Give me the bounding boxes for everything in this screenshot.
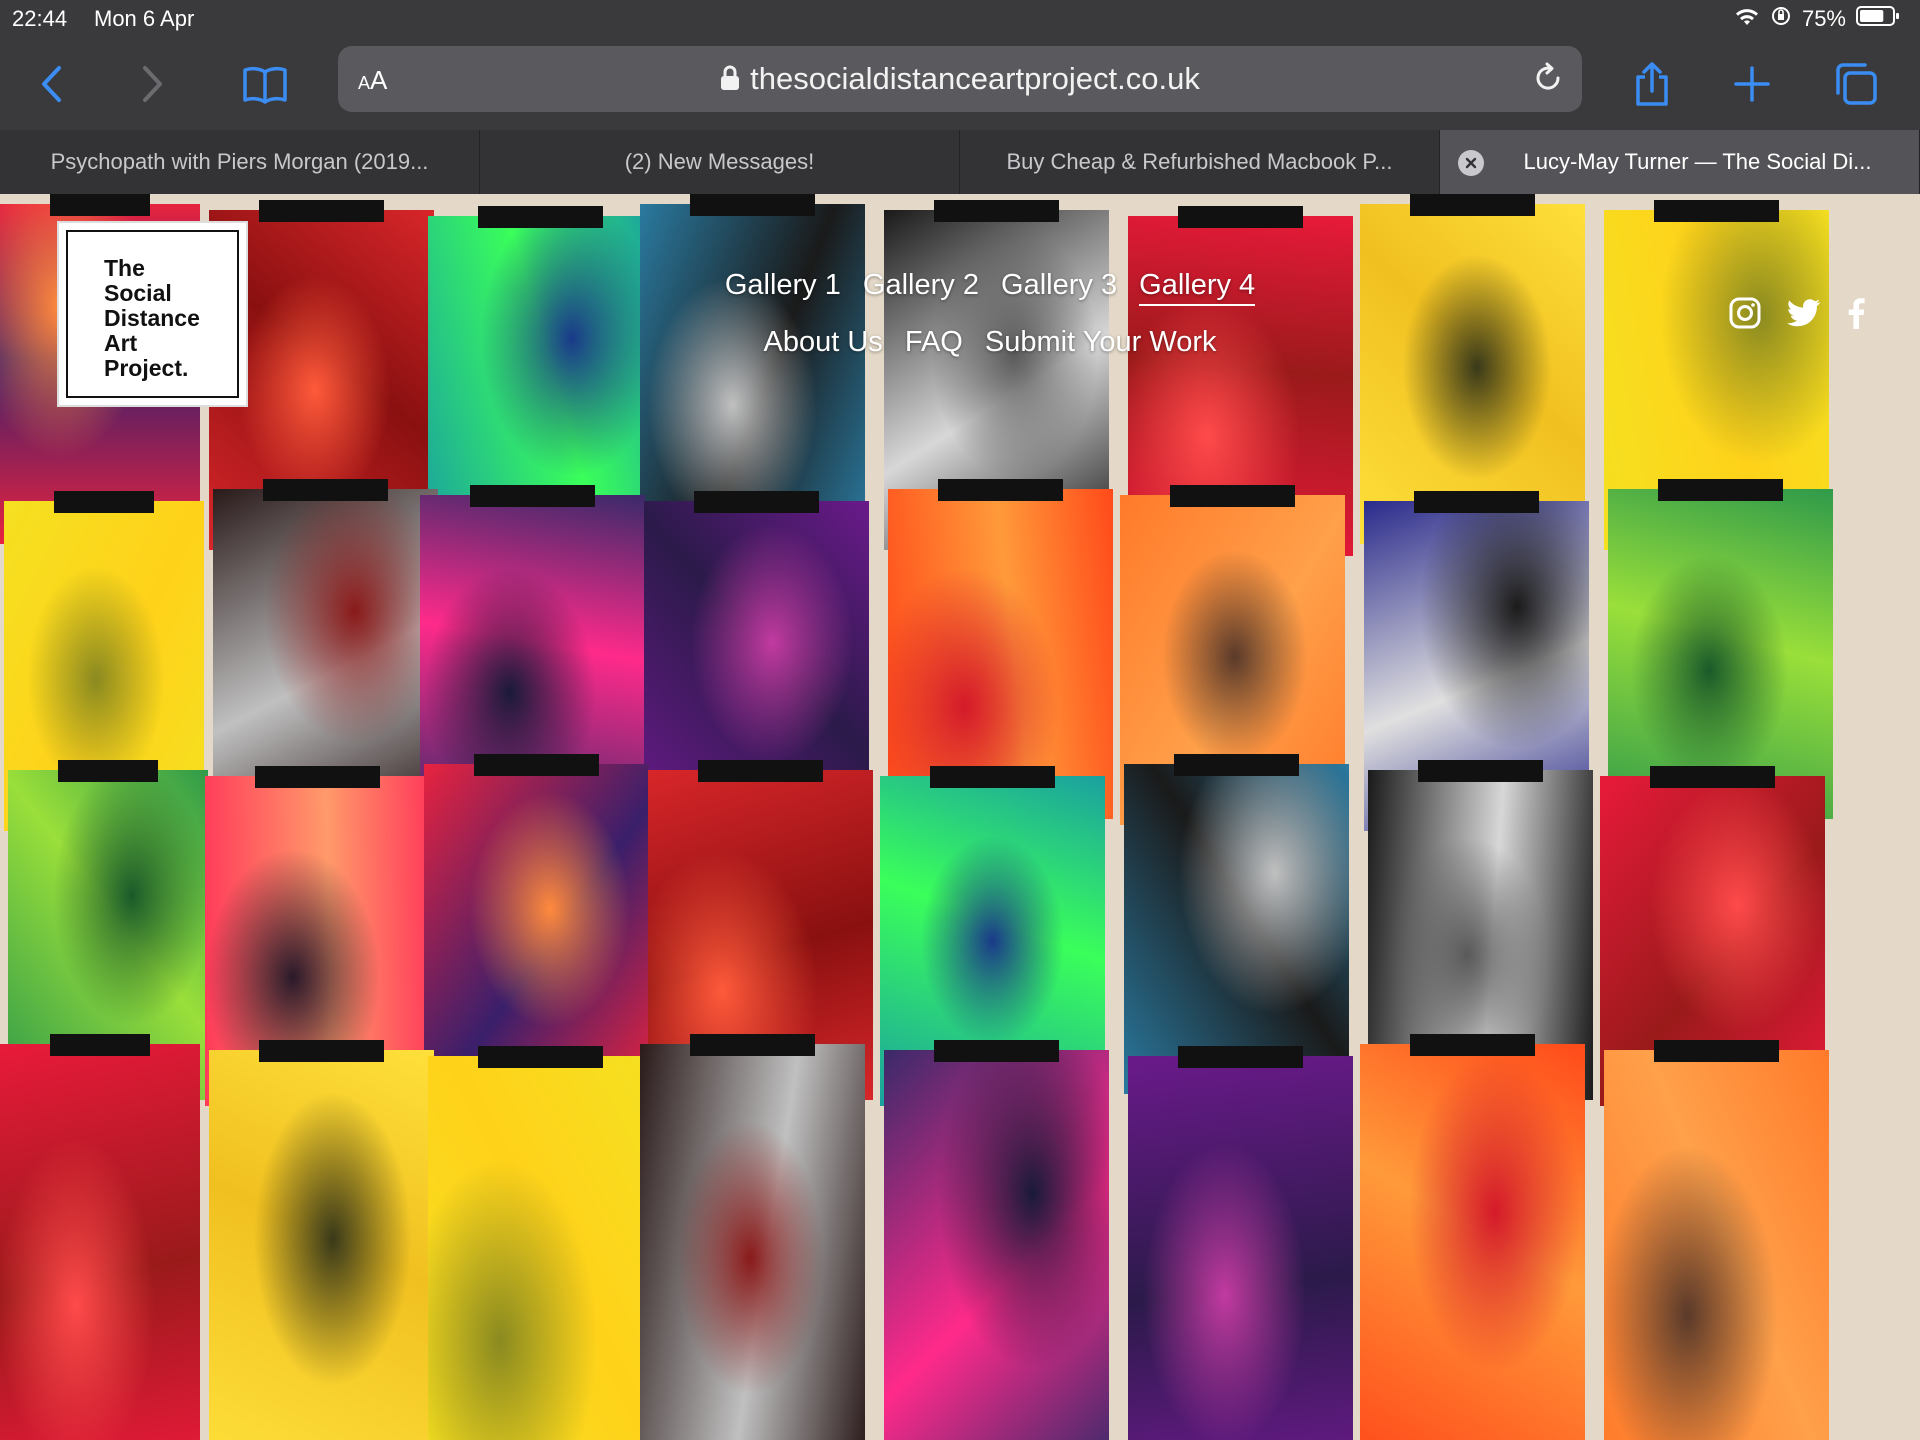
- tape-strip: [690, 1034, 815, 1056]
- tape-strip: [50, 1034, 150, 1056]
- tape-strip: [930, 766, 1055, 788]
- tape-strip: [478, 1046, 603, 1068]
- tab-title: Psychopath with Piers Morgan (2019...: [50, 149, 429, 174]
- main-nav-primary: Gallery 1 Gallery 2 Gallery 3 Gallery 4: [0, 269, 1920, 306]
- artwork-poster: [1604, 1050, 1829, 1440]
- book-icon: [243, 66, 287, 104]
- tape-strip: [259, 200, 384, 222]
- tape-strip: [1410, 194, 1535, 216]
- artwork-poster: [428, 1056, 653, 1440]
- share-button[interactable]: [1620, 52, 1684, 116]
- nav-submit-your-work[interactable]: Submit Your Work: [985, 326, 1217, 359]
- tape-strip: [474, 754, 599, 776]
- nav-about-us[interactable]: About Us: [763, 326, 882, 359]
- artwork-poster: [209, 1050, 434, 1440]
- tab-macbook[interactable]: Buy Cheap & Refurbished Macbook P...: [960, 130, 1440, 194]
- tab-title: Lucy-May Turner — The Social Di...: [1523, 149, 1872, 174]
- tape-strip: [1178, 1046, 1303, 1068]
- browser-toolbar: AA thesocialdistanceartproject.co.uk: [0, 38, 1920, 130]
- tab-title: Buy Cheap & Refurbished Macbook P...: [1006, 149, 1393, 174]
- tab-lucy-may-turner[interactable]: Lucy-May Turner — The Social Di...: [1440, 130, 1920, 194]
- tape-strip: [1418, 760, 1543, 782]
- tape-strip: [1170, 485, 1295, 507]
- tape-strip: [934, 200, 1059, 222]
- tape-strip: [1414, 491, 1539, 513]
- tape-strip: [1658, 479, 1783, 501]
- tape-strip: [1654, 200, 1779, 222]
- artwork-poster: [424, 764, 649, 1094]
- tape-strip: [690, 194, 815, 216]
- tape-strip: [698, 760, 823, 782]
- nav-gallery-1[interactable]: Gallery 1: [725, 269, 841, 302]
- main-nav-secondary: About Us FAQ Submit Your Work: [0, 326, 1920, 359]
- tab-title: (2) New Messages!: [624, 149, 815, 174]
- instagram-icon[interactable]: [1729, 297, 1761, 329]
- battery-percent: 75%: [1801, 6, 1846, 31]
- facebook-icon[interactable]: [1847, 297, 1865, 329]
- url-display[interactable]: thesocialdistanceartproject.co.uk: [338, 61, 1582, 99]
- site-logo[interactable]: The Social Distance Art Project.: [57, 221, 248, 407]
- artwork-poster: [640, 1044, 865, 1440]
- tape-strip: [478, 206, 603, 228]
- tape-strip: [1410, 1034, 1535, 1056]
- wifi-icon: [1734, 5, 1760, 33]
- tape-strip: [54, 491, 154, 513]
- close-tab-button[interactable]: [1458, 150, 1484, 176]
- twitter-icon[interactable]: [1787, 299, 1821, 327]
- chevron-right-icon: [143, 66, 162, 102]
- back-button[interactable]: [20, 52, 84, 116]
- chevron-left-icon: [42, 66, 61, 102]
- tape-strip: [470, 485, 595, 507]
- artwork-poster: [1124, 764, 1349, 1094]
- tabs-overview-button[interactable]: [1824, 52, 1888, 116]
- tape-strip: [1654, 1040, 1779, 1062]
- nav-faq[interactable]: FAQ: [905, 326, 963, 359]
- reload-button[interactable]: [1528, 58, 1568, 98]
- tape-strip: [255, 766, 380, 788]
- nav-gallery-4[interactable]: Gallery 4: [1139, 269, 1256, 306]
- logo-line: Project.: [104, 355, 189, 381]
- tape-strip: [259, 1040, 384, 1062]
- artwork-poster: [884, 1050, 1109, 1440]
- tape-strip: [263, 479, 388, 501]
- tape-strip: [694, 491, 819, 513]
- logo-text: The Social Distance Art Project.: [66, 230, 239, 398]
- battery-icon: [1856, 5, 1900, 33]
- tab-new-messages[interactable]: (2) New Messages!: [480, 130, 960, 194]
- tape-strip: [1174, 754, 1299, 776]
- new-tab-button[interactable]: [1720, 52, 1784, 116]
- share-icon: [1636, 62, 1668, 106]
- orientation-lock-icon: [1770, 5, 1792, 33]
- close-icon: [1465, 157, 1477, 169]
- status-time: 22:44: [12, 6, 68, 31]
- social-links: [1729, 297, 1865, 329]
- forward-button[interactable]: [120, 52, 184, 116]
- tab-bar: Psychopath with Piers Morgan (2019... (2…: [0, 130, 1920, 194]
- artwork-poster: [1128, 1056, 1353, 1440]
- tabs-icon: [1836, 63, 1877, 105]
- tape-strip: [938, 479, 1063, 501]
- url-text: thesocialdistanceartproject.co.uk: [750, 61, 1200, 96]
- lock-icon: [720, 63, 740, 99]
- plus-icon: [1734, 66, 1770, 102]
- status-bar: 22:44 Mon 6 Apr 75%: [0, 0, 1920, 38]
- address-bar[interactable]: AA thesocialdistanceartproject.co.uk: [338, 46, 1582, 112]
- tape-strip: [58, 760, 158, 782]
- tab-psychopath[interactable]: Psychopath with Piers Morgan (2019...: [0, 130, 480, 194]
- nav-gallery-3[interactable]: Gallery 3: [1001, 269, 1117, 302]
- artwork-poster: [0, 1044, 200, 1440]
- tape-strip: [1650, 766, 1775, 788]
- artwork-poster: [1360, 1044, 1585, 1440]
- web-page: The Social Distance Art Project. Gallery…: [0, 194, 1920, 1440]
- reload-icon: [1536, 62, 1560, 90]
- tape-strip: [934, 1040, 1059, 1062]
- tape-strip: [1178, 206, 1303, 228]
- tape-strip: [50, 194, 150, 216]
- status-date: Mon 6 Apr: [94, 6, 195, 31]
- status-right: 75%: [1734, 5, 1900, 33]
- hero-artwork-wall: [0, 194, 1920, 1440]
- nav-gallery-2[interactable]: Gallery 2: [863, 269, 979, 302]
- bookmarks-button[interactable]: [233, 52, 297, 116]
